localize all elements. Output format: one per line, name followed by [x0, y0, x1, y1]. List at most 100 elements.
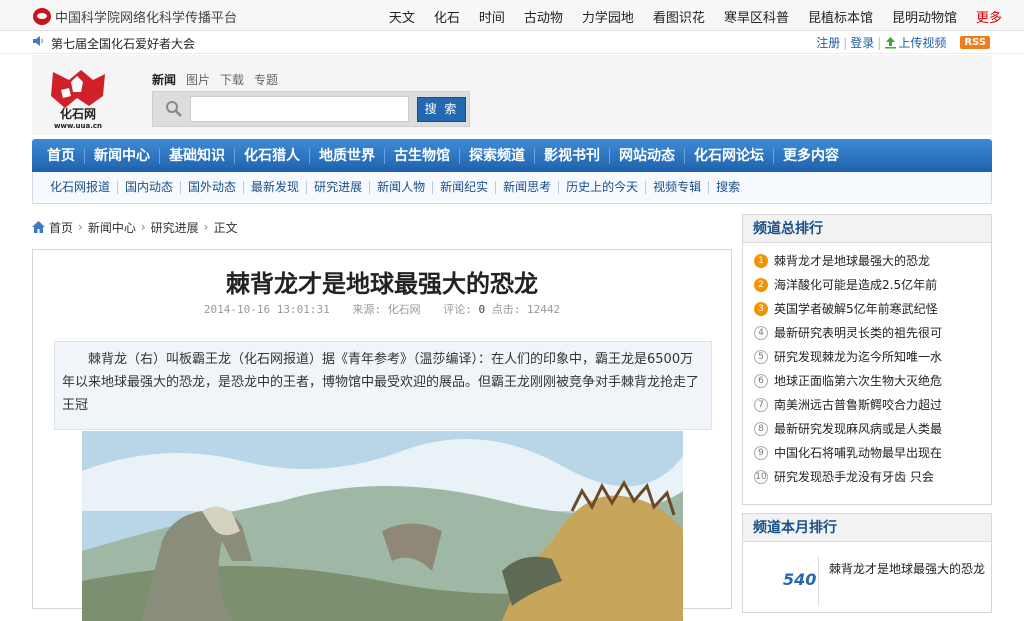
main-nav-item[interactable]: 新闻中心 [84, 147, 159, 164]
top-nav-item[interactable]: 寒旱区科普 [724, 7, 789, 26]
search-button[interactable]: 搜 索 [417, 97, 466, 122]
notice-link[interactable]: 第七届全国化石爱好者大会 [51, 35, 195, 52]
breadcrumb-current: 正文 [213, 220, 238, 235]
main-nav-item[interactable]: 网站动态 [609, 147, 684, 164]
month-view-count: 540 [783, 570, 817, 589]
sub-nav-item[interactable]: 新闻思考 [495, 181, 558, 194]
ranking-link[interactable]: 中国化石将哺乳动物最早出现在 [774, 441, 942, 465]
sub-nav-item[interactable]: 新闻纪实 [432, 181, 495, 194]
fossil-site-logo[interactable]: 化石网 www.uua.cn [41, 66, 115, 130]
search-tab-images[interactable]: 图片 [186, 71, 210, 88]
rank-number: 5 [754, 350, 768, 364]
sub-nav-item[interactable]: 化石网报道 [43, 181, 117, 194]
search-tab-topics[interactable]: 专题 [254, 71, 278, 88]
ranking-link[interactable]: 最新研究发现麻风病或是人类最 [774, 417, 942, 441]
speaker-icon [33, 36, 43, 46]
article-summary: 棘背龙（右）叫板霸王龙（化石网报道）据《青年参考》（温莎编译）：在人们的印象中，… [54, 341, 712, 430]
logo-text: 化石网 [60, 106, 96, 121]
sub-nav-item[interactable]: 视频专辑 [645, 181, 708, 194]
top-nav-item[interactable]: 古动物 [524, 7, 563, 26]
top-nav-item[interactable]: 力学园地 [582, 7, 634, 26]
upload-icon [885, 37, 897, 49]
ranking-link[interactable]: 最新研究表明灵长类的祖先很可 [774, 321, 942, 345]
main-nav-item[interactable]: 首页 [38, 148, 84, 164]
main-nav-item[interactable]: 地质世界 [309, 147, 384, 164]
ranking-link[interactable]: 研究发现棘龙为迄今所知唯一水 [774, 345, 942, 369]
register-link[interactable]: 注册 [816, 34, 840, 51]
rank-number: 3 [754, 302, 768, 316]
top-nav-item[interactable]: 昆植标本馆 [808, 7, 873, 26]
ranking-item[interactable]: 9 中国化石将哺乳动物最早出现在 [754, 441, 991, 465]
rss-button[interactable]: RSS [960, 36, 990, 49]
ranking-item[interactable]: 2 海洋酸化可能是造成2.5亿年前 [754, 273, 991, 297]
sub-nav-item[interactable]: 搜索 [708, 181, 747, 194]
top-nav-more[interactable]: 更多 [976, 7, 1002, 26]
ranking-link[interactable]: 南美洲远古普鲁斯鳄咬合力超过 [774, 393, 942, 417]
ranking-item[interactable]: 3 英国学者破解5亿年前寒武纪怪 [754, 297, 991, 321]
main-nav-item[interactable]: 探索频道 [459, 147, 534, 164]
separator: | [877, 35, 882, 50]
month-top-link[interactable]: 棘背龙才是地球最强大的恐龙 [829, 560, 985, 578]
site-logo[interactable]: 中国科学院网络化科学传播平台 [33, 7, 237, 26]
main-nav-item[interactable]: 影视书刊 [534, 147, 609, 164]
ranking-link[interactable]: 地球正面临第六次生物大灭绝危 [774, 369, 942, 393]
top-nav: 天文 化石 时间 古动物 力学园地 看图识花 寒旱区科普 昆植标本馆 昆明动物馆… [370, 7, 1002, 26]
ranking-item[interactable]: 6 地球正面临第六次生物大灭绝危 [754, 369, 991, 393]
rank-number: 7 [754, 398, 768, 412]
upload-video-link[interactable]: 上传视频 [898, 34, 946, 51]
ranking-item[interactable]: 8 最新研究发现麻风病或是人类最 [754, 417, 991, 441]
ranking-item[interactable]: 5 研究发现棘龙为迄今所知唯一水 [754, 345, 991, 369]
header: 化石网 www.uua.cn 新闻 图片 下载 专题 搜 索 [32, 55, 992, 135]
article-stats: 评论: 0 点击: 12442 [443, 303, 560, 316]
sub-nav-item[interactable]: 新闻人物 [369, 181, 432, 194]
separator: | [843, 35, 848, 50]
comment-count[interactable]: 0 [478, 303, 485, 316]
breadcrumb-research[interactable]: 研究进展 [151, 219, 199, 236]
breadcrumb-news[interactable]: 新闻中心 [88, 219, 136, 236]
ranking-link[interactable]: 棘背龙才是地球最强大的恐龙 [774, 249, 930, 273]
monthly-ranking-panel: 频道本月排行 540 棘背龙才是地球最强大的恐龙 [742, 513, 992, 613]
ranking-item[interactable]: 1 棘背龙才是地球最强大的恐龙 [754, 249, 991, 273]
sub-nav-item[interactable]: 国内动态 [117, 181, 180, 194]
search-tab-news[interactable]: 新闻 [152, 71, 176, 88]
main-nav-item[interactable]: 基础知识 [159, 147, 234, 164]
cas-logo-icon [33, 8, 51, 25]
main-nav-item[interactable]: 化石猎人 [234, 147, 309, 164]
main-nav-item[interactable]: 更多内容 [773, 147, 848, 164]
main-nav: 首页 新闻中心 基础知识 化石猎人 地质世界 古生物馆 探索频道 影视书刊 网站… [32, 139, 992, 172]
rank-number: 4 [754, 326, 768, 340]
search-tab-downloads[interactable]: 下载 [220, 71, 244, 88]
click-count: 12442 [526, 303, 561, 316]
chevron-right-icon: › [140, 220, 146, 234]
top-nav-item[interactable]: 时间 [479, 7, 505, 26]
main-nav-item[interactable]: 化石网论坛 [684, 147, 773, 164]
notice-bar: 第七届全国化石爱好者大会 注册 | 登录 | 上传视频 RSS [0, 31, 1024, 54]
rank-number: 9 [754, 446, 768, 460]
ranking-link[interactable]: 英国学者破解5亿年前寒武纪怪 [774, 297, 938, 321]
logo-url: www.uua.cn [54, 122, 102, 130]
rank-number: 2 [754, 278, 768, 292]
ranking-link[interactable]: 海洋酸化可能是造成2.5亿年前 [774, 273, 937, 297]
ranking-item[interactable]: 4 最新研究表明灵长类的祖先很可 [754, 321, 991, 345]
search-icon [166, 101, 182, 117]
sub-nav-item[interactable]: 历史上的今天 [558, 181, 645, 194]
top-nav-item[interactable]: 看图识花 [653, 7, 705, 26]
top-nav-item[interactable]: 昆明动物馆 [892, 7, 957, 26]
top-bar: 中国科学院网络化科学传播平台 天文 化石 时间 古动物 力学园地 看图识花 寒旱… [0, 0, 1024, 31]
user-links: 注册 | 登录 | 上传视频 RSS [816, 34, 990, 51]
sub-nav-item[interactable]: 国外动态 [180, 181, 243, 194]
top-nav-item[interactable]: 化石 [434, 7, 460, 26]
login-link[interactable]: 登录 [850, 34, 874, 51]
sub-nav-item[interactable]: 研究进展 [306, 181, 369, 194]
top-nav-item[interactable]: 天文 [389, 7, 415, 26]
ranking-item[interactable]: 10 研究发现恐手龙没有牙齿 只会 [754, 465, 991, 489]
ranking-item[interactable]: 7 南美洲远古普鲁斯鳄咬合力超过 [754, 393, 991, 417]
divider [818, 556, 819, 606]
ranking-link[interactable]: 研究发现恐手龙没有牙齿 只会 [774, 465, 934, 489]
search-input[interactable] [190, 96, 409, 122]
breadcrumb-home[interactable]: 首页 [49, 219, 73, 236]
sub-nav-item[interactable]: 最新发现 [243, 181, 306, 194]
main-nav-item[interactable]: 古生物馆 [384, 147, 459, 164]
rank-number: 6 [754, 374, 768, 388]
channel-ranking-panel: 频道总排行 1 棘背龙才是地球最强大的恐龙 2 海洋酸化可能是造成2.5亿年前 3英… [742, 214, 992, 505]
